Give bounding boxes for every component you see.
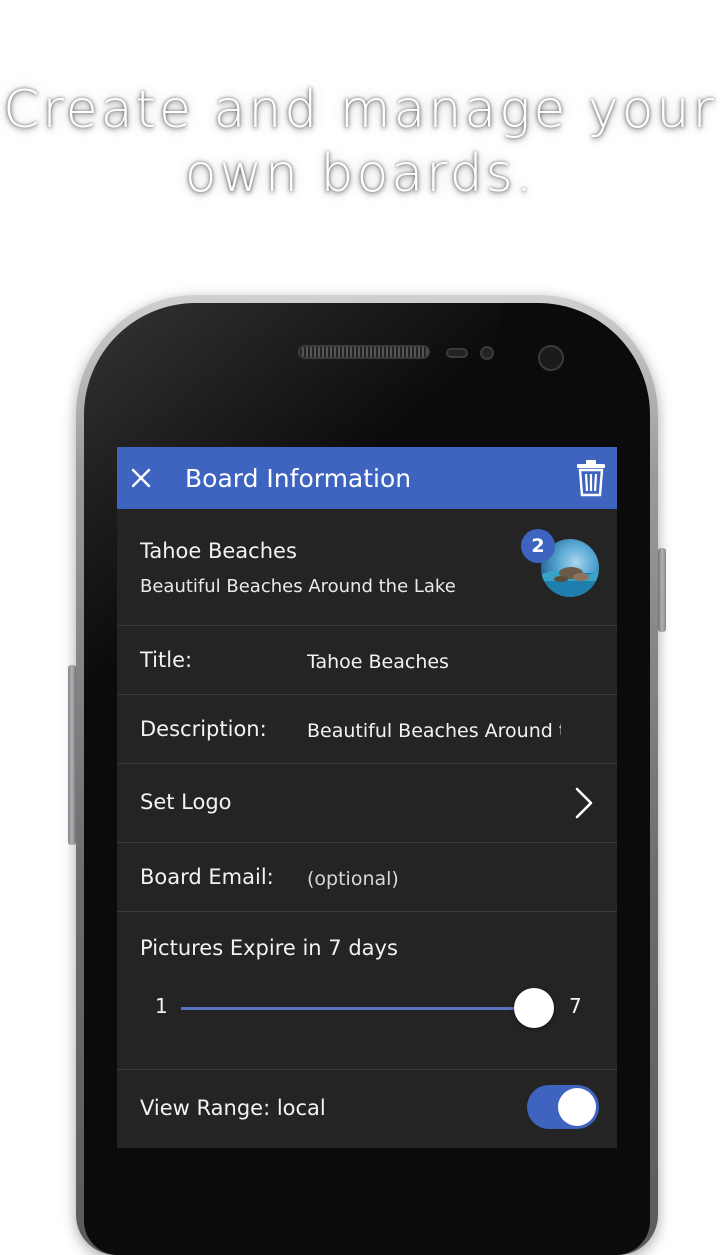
page-title: Board Information [185,463,412,493]
light-sensor [480,346,494,360]
headline-line-1: Create and manage your [3,80,717,140]
view-range-label: View Range: local [140,1096,326,1120]
title-field-row[interactable]: Title: Tahoe Beaches [117,626,617,695]
earpiece-speaker [298,345,430,359]
expire-row: Pictures Expire in 7 days 1 7 [117,912,617,1070]
description-field-row[interactable]: Description: Beautiful Beaches Around th… [117,695,617,764]
app-screen: Board Information Tahoe Beaches Beautifu… [117,447,617,1148]
phone-power-button [658,548,666,632]
title-label: Title: [140,648,193,672]
set-logo-row[interactable]: Set Logo [117,764,617,843]
expire-slider-knob[interactable] [514,988,554,1028]
headline-line-2: own boards. [184,144,536,204]
expire-slider-track[interactable] [181,1007,537,1010]
trash-icon[interactable] [575,459,607,497]
description-input[interactable]: Beautiful Beaches Around the Lake [307,720,561,742]
description-label: Description: [140,717,267,741]
board-email-input[interactable]: (optional) [307,868,561,890]
view-range-toggle[interactable] [527,1085,599,1129]
board-summary: Tahoe Beaches Beautiful Beaches Around t… [117,509,617,626]
slider-min-label: 1 [155,994,168,1018]
board-name: Tahoe Beaches [140,539,297,563]
phone-volume-button [68,665,76,845]
board-email-row[interactable]: Board Email: (optional) [117,843,617,912]
photo-count-badge: 2 [521,529,555,563]
set-logo-label: Set Logo [140,790,232,814]
expire-label: Pictures Expire in 7 days [140,936,398,960]
app-bar: Board Information [117,447,617,509]
chevron-right-icon [573,786,595,820]
promo-headline: Create and manage your own boards. [0,78,720,206]
slider-max-label: 7 [569,994,582,1018]
view-range-row: View Range: local [117,1070,617,1148]
board-subtitle: Beautiful Beaches Around the Lake [140,576,456,597]
proximity-sensor [446,348,468,358]
toggle-thumb [558,1088,596,1126]
board-email-label: Board Email: [140,865,274,889]
title-input[interactable]: Tahoe Beaches [307,651,561,673]
front-camera [538,345,564,371]
close-icon[interactable] [119,456,163,500]
